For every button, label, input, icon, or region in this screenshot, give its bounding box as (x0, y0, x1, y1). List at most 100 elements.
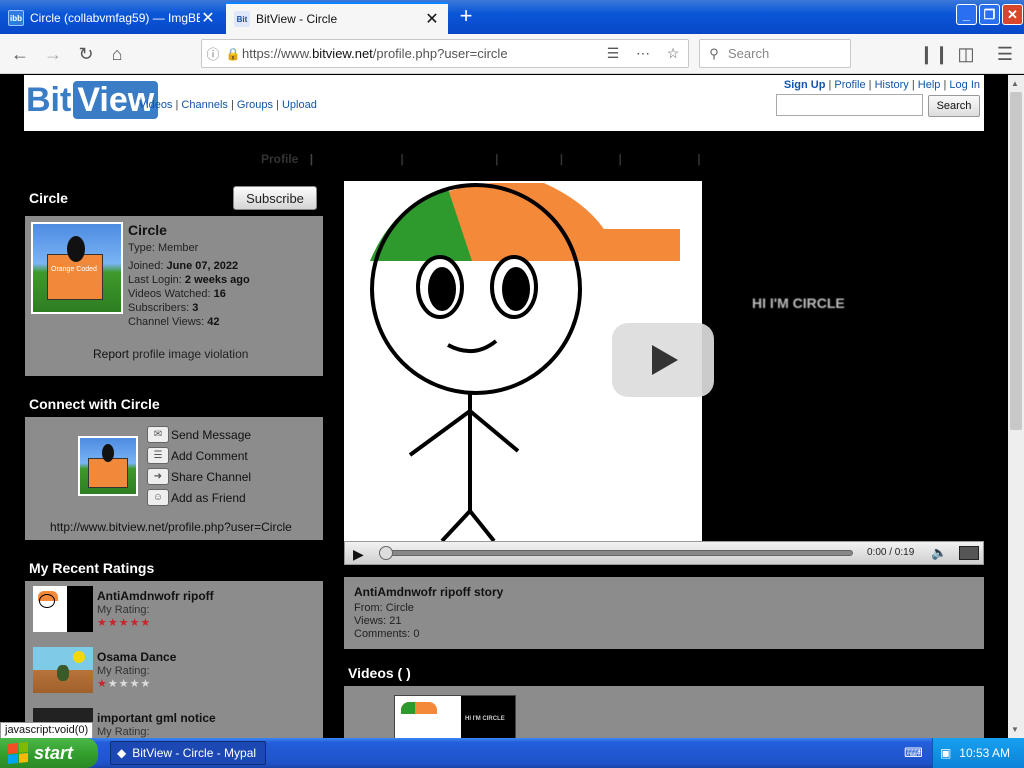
minimize-icon[interactable]: _ (956, 4, 977, 25)
seek-bar[interactable] (379, 546, 859, 560)
videos-box: HI I'M CIRCLE (344, 686, 984, 738)
envelope-icon: ✉ (147, 426, 169, 443)
star-empty-icon[interactable]: ★ (108, 678, 119, 690)
video-meta: From: Circle Views: 21 Comments: 0 (354, 602, 420, 640)
signup-link[interactable]: Sign Up (784, 79, 826, 91)
nav-channels[interactable]: Channels (181, 99, 227, 111)
star-filled-icon[interactable]: ★ (97, 617, 108, 629)
browser-search-input[interactable]: ⚲ Search (699, 39, 851, 68)
close-window-icon[interactable]: ✕ (1002, 4, 1023, 25)
star-empty-icon[interactable]: ★ (119, 678, 130, 690)
network-icon[interactable]: ▣ (940, 746, 951, 760)
browser-navbar: ← → ↻ ⌂ ⓘ 🔒 https://www.bitview.net/prof… (0, 34, 1024, 74)
connect-box: ✉ Send Message ☰ Add Comment ➜ Share Channe… (25, 417, 323, 540)
nav-videos[interactable]: Videos (139, 99, 172, 111)
sidebar-icon[interactable]: ◫ (954, 42, 978, 66)
status-url: javascript:void(0) (0, 722, 94, 739)
back-icon[interactable]: ← (8, 42, 32, 66)
video-author-link[interactable]: Circle (386, 602, 414, 614)
imgbb-favicon-icon: ibb (8, 10, 24, 26)
bookmark-star-icon[interactable]: ☆ (658, 45, 688, 62)
windows-logo-icon (8, 741, 28, 765)
library-icon[interactable]: ❙❙ (919, 42, 949, 66)
profile-name: Circle (128, 222, 167, 238)
info-icon[interactable]: ⓘ (202, 44, 224, 63)
star-empty-icon[interactable]: ★ (141, 678, 152, 690)
login-link[interactable]: Log In (949, 79, 980, 91)
video-title[interactable]: AntiAmdnwofr ripoff story (354, 585, 503, 599)
share-channel-link[interactable]: ➜ Share Channel (147, 468, 251, 485)
rating-title[interactable]: Osama Dance (97, 650, 176, 664)
rating-thumbnail[interactable] (33, 586, 93, 632)
close-tab-icon[interactable]: ✕ (424, 9, 440, 29)
profile-info: Type: Member Joined: June 07, 2022 Last … (128, 242, 250, 328)
star-filled-icon[interactable]: ★ (130, 617, 141, 629)
url-text[interactable]: https://www.bitview.net/profile.php?user… (242, 46, 598, 61)
reload-icon[interactable]: ↻ (74, 42, 98, 66)
star-filled-icon[interactable]: ★ (119, 617, 130, 629)
mypal-icon: ◆ (117, 746, 127, 760)
rating-title[interactable]: important gml notice (97, 711, 216, 725)
profile-box: Orange Coded Circle Type: Member Joined:… (25, 216, 323, 376)
tab-label: Circle (collabvmfag59) — ImgBB (30, 11, 200, 25)
play-overlay-button[interactable] (612, 323, 714, 397)
reader-view-icon[interactable]: ☰ (598, 45, 628, 62)
profile-link[interactable]: Profile (834, 79, 865, 91)
start-button[interactable]: start (0, 738, 98, 768)
history-link[interactable]: History (875, 79, 909, 91)
search-placeholder: Search (728, 46, 770, 61)
volume-icon[interactable]: 🔈 (931, 545, 947, 561)
list-item: AntiAmdnwofr ripoff My Rating: ★★★★★ (33, 586, 313, 634)
star-filled-icon[interactable]: ★ (108, 617, 119, 629)
comment-icon: ☰ (147, 447, 169, 464)
star-filled-icon[interactable]: ★ (97, 678, 108, 690)
clock[interactable]: 10:53 AM (959, 746, 1010, 760)
subscribe-button[interactable]: Subscribe (233, 186, 317, 210)
star-filled-icon[interactable]: ★ (141, 617, 152, 629)
keyboard-icon[interactable]: ⌨ (904, 745, 923, 761)
star-rating: ★★★★★ (97, 677, 151, 690)
lock-icon: 🔒 (225, 46, 241, 61)
rating-thumbnail[interactable] (33, 647, 93, 693)
bitview-favicon-icon: Bit (234, 11, 250, 27)
connect-profile-image[interactable] (78, 436, 138, 496)
profile-url: http://www.bitview.net/profile.php?user=… (50, 520, 292, 534)
nav-groups[interactable]: Groups (237, 99, 273, 111)
video-info-box: AntiAmdnwofr ripoff story From: Circle V… (344, 577, 984, 649)
help-link[interactable]: Help (918, 79, 941, 91)
share-arrow-icon: ➜ (147, 468, 169, 485)
nav-upload[interactable]: Upload (282, 99, 317, 111)
site-search-input[interactable] (776, 94, 923, 116)
home-icon[interactable]: ⌂ (105, 42, 129, 66)
tab-imgbb[interactable]: ibb Circle (collabvmfag59) — ImgBB ✕ (0, 2, 224, 34)
video-player[interactable]: HI I'M CIRCLE (344, 181, 984, 565)
play-button-icon[interactable]: ▶ (353, 546, 364, 563)
new-tab-icon[interactable]: + (452, 4, 480, 30)
star-empty-icon[interactable]: ★ (130, 678, 141, 690)
tab-bitview[interactable]: Bit BitView - Circle ✕ (226, 2, 448, 34)
add-comment-link[interactable]: ☰ Add Comment (147, 447, 248, 464)
profile-image[interactable]: Orange Coded (31, 222, 123, 314)
close-tab-icon[interactable]: ✕ (200, 8, 216, 28)
add-friend-link[interactable]: ☺ Add as Friend (147, 489, 246, 506)
video-controls: ▶ 0:00 / 0:19 🔈 (344, 541, 984, 565)
video-thumbnail[interactable]: HI I'M CIRCLE (394, 695, 516, 738)
scrollbar-thumb[interactable] (1010, 92, 1022, 430)
seek-handle[interactable] (379, 546, 393, 560)
menu-icon[interactable]: ☰ (993, 42, 1017, 66)
report-link[interactable]: profile image violation (132, 347, 248, 361)
rating-title[interactable]: AntiAmdnwofr ripoff (97, 589, 214, 603)
search-icon: ⚲ (709, 45, 719, 61)
fullscreen-icon[interactable] (959, 546, 979, 560)
forward-icon[interactable]: → (41, 42, 65, 66)
maximize-icon[interactable]: ❐ (979, 4, 1000, 25)
taskbar-item-mypal[interactable]: ◆ BitView - Circle - Mypal (110, 741, 266, 765)
site-search-button[interactable]: Search (928, 95, 980, 117)
send-message-link[interactable]: ✉ Send Message (147, 426, 251, 443)
videos-heading: Videos ( ) (348, 665, 411, 681)
ratings-heading: My Recent Ratings (29, 560, 155, 576)
address-bar[interactable]: ⓘ 🔒 https://www.bitview.net/profile.php?… (201, 39, 689, 68)
tab-profile[interactable]: Profile (261, 152, 298, 166)
report-violation: Report profile image violation (93, 347, 249, 361)
page-actions-icon[interactable]: ⋯ (628, 45, 658, 62)
